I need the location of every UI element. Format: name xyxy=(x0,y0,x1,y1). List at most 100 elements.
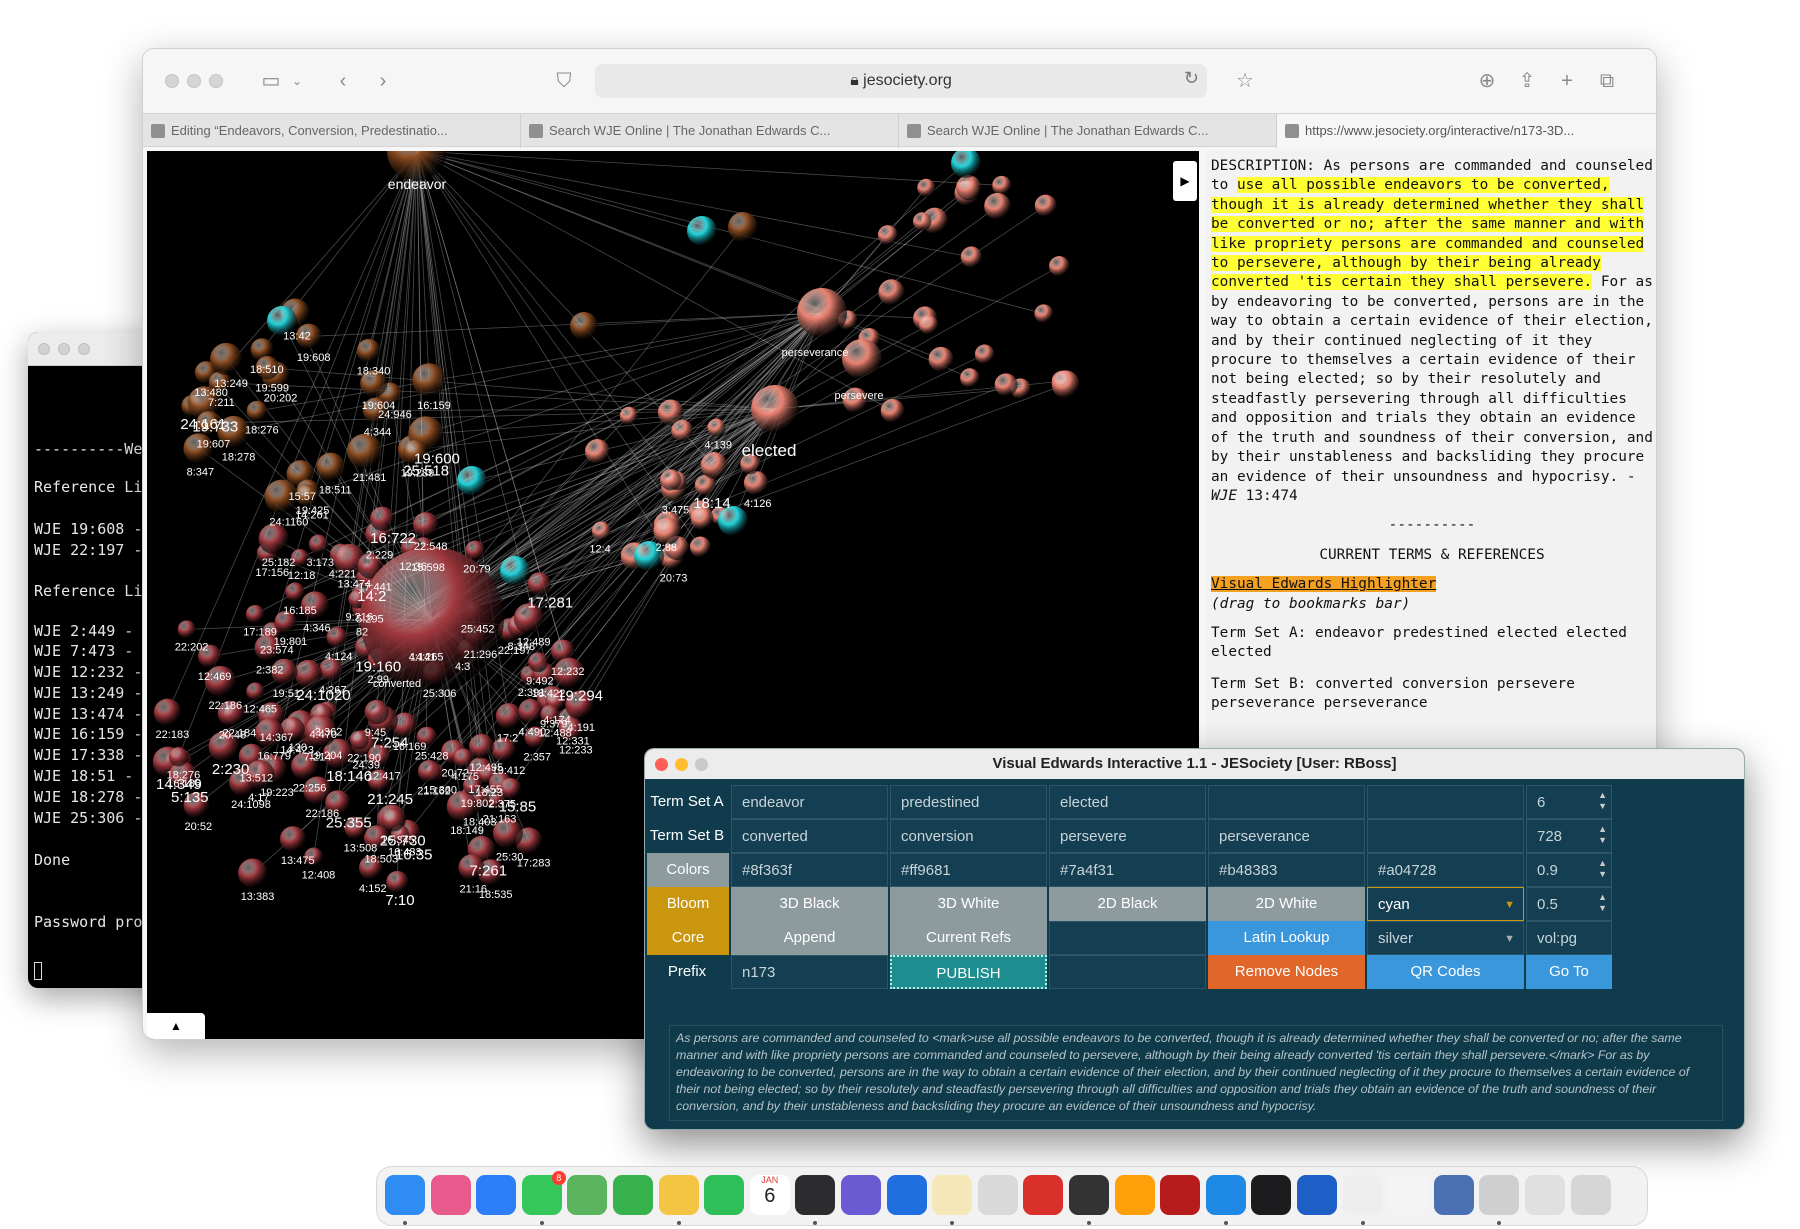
graph-node[interactable] xyxy=(992,175,1012,196)
stepper-arrows-icon[interactable]: ▲ ▼ xyxy=(1598,858,1607,880)
empty-field[interactable] xyxy=(1049,921,1206,955)
facetime-icon[interactable] xyxy=(704,1175,745,1215)
printer-icon[interactable] xyxy=(1479,1175,1520,1215)
forward-icon[interactable]: › xyxy=(369,67,397,95)
term-b-1-input[interactable]: converted xyxy=(731,819,888,853)
tex-icon[interactable] xyxy=(977,1175,1018,1215)
tab-interactive[interactable]: https://www.jesociety.org/interactive/n1… xyxy=(1277,114,1656,148)
go-to-button[interactable]: Go To xyxy=(1526,955,1612,989)
term-b-3-input[interactable]: persevere xyxy=(1049,819,1206,853)
filezilla-icon[interactable] xyxy=(1160,1175,1201,1215)
graph-node[interactable] xyxy=(1034,194,1057,217)
prefix-input[interactable]: n173 xyxy=(731,955,888,989)
graph-node[interactable] xyxy=(728,212,758,242)
graph-node[interactable] xyxy=(177,620,196,639)
number-stepper[interactable]: 6 ▲ ▼ xyxy=(1526,785,1612,819)
empty-field[interactable] xyxy=(1049,955,1206,989)
graph-node[interactable] xyxy=(413,512,439,538)
triangle-right-icon[interactable]: ▶ xyxy=(1173,161,1197,201)
graph-node[interactable] xyxy=(912,212,932,231)
zoom-dot[interactable] xyxy=(209,74,223,88)
trash-icon[interactable] xyxy=(1570,1175,1611,1215)
download-icon[interactable]: ⊕ xyxy=(1473,67,1501,95)
script-icon[interactable] xyxy=(1342,1175,1383,1215)
graph-node[interactable] xyxy=(751,385,799,433)
term-a-4-input[interactable] xyxy=(1208,785,1365,819)
graph-node[interactable] xyxy=(570,312,598,340)
share-icon[interactable]: ⇪ xyxy=(1513,67,1541,95)
vscode-icon[interactable] xyxy=(1205,1175,1246,1215)
graph-node[interactable] xyxy=(951,151,981,178)
graph-node[interactable] xyxy=(687,216,717,246)
graph-node[interactable] xyxy=(153,698,182,727)
terminal-icon[interactable] xyxy=(1251,1175,1292,1215)
color-2-input[interactable]: #ff9681 xyxy=(890,853,1047,887)
close-dot[interactable] xyxy=(165,74,179,88)
term-a-5-input[interactable] xyxy=(1367,785,1524,819)
graph-node[interactable] xyxy=(671,419,694,442)
graph-node[interactable] xyxy=(956,175,982,201)
messages-icon[interactable]: 8 xyxy=(521,1171,566,1215)
node-color-select[interactable]: silver ▼ xyxy=(1367,921,1524,955)
graph-node[interactable] xyxy=(878,279,905,306)
graph-node[interactable] xyxy=(1051,370,1080,399)
tab-search-1[interactable]: Search WJE Online | The Jonathan Edwards… xyxy=(521,114,899,148)
graph-node[interactable] xyxy=(356,338,381,363)
graph-node[interactable] xyxy=(417,759,441,783)
tab-search-2[interactable]: Search WJE Online | The Jonathan Edwards… xyxy=(899,114,1277,148)
shield-icon[interactable]: ⛉ xyxy=(550,67,578,95)
screenshot-icon[interactable] xyxy=(795,1175,836,1215)
graph-node[interactable] xyxy=(168,747,189,767)
graph-node[interactable] xyxy=(707,418,726,437)
close-dot[interactable] xyxy=(38,343,50,355)
term-a-1-input[interactable]: endeavor xyxy=(731,785,888,819)
close-dot[interactable] xyxy=(655,758,668,771)
graph-node[interactable] xyxy=(877,225,898,246)
document-icon[interactable] xyxy=(1388,1175,1429,1215)
triangle-up-icon[interactable]: ▲ xyxy=(147,1013,205,1039)
remove-nodes-button[interactable]: Remove Nodes xyxy=(1208,955,1365,989)
graph-node[interactable] xyxy=(381,808,405,832)
core-button[interactable]: Core xyxy=(647,921,729,955)
graph-node[interactable] xyxy=(700,452,728,479)
preview-icon[interactable] xyxy=(1433,1175,1474,1215)
minimize-dot[interactable] xyxy=(58,343,70,355)
chevron-down-icon[interactable]: ⌄ xyxy=(283,67,311,95)
3d-white-button[interactable]: 3D White xyxy=(890,887,1047,921)
graph-node[interactable] xyxy=(527,572,552,596)
graph-node[interactable] xyxy=(918,315,939,335)
graph-node[interactable] xyxy=(960,368,980,388)
graph-node[interactable] xyxy=(591,521,611,541)
graph-node[interactable] xyxy=(285,582,305,602)
latin-lookup-button[interactable]: Latin Lookup xyxy=(1208,921,1365,955)
3d-black-button[interactable]: 3D Black xyxy=(731,887,888,921)
highlight-color-select[interactable]: cyan ▼ xyxy=(1367,887,1524,921)
j-app-icon[interactable] xyxy=(886,1175,927,1215)
graph-node[interactable] xyxy=(237,858,268,888)
color-3-input[interactable]: #7a4f31 xyxy=(1049,853,1206,887)
safari-icon[interactable] xyxy=(476,1175,517,1215)
finder-icon[interactable] xyxy=(385,1175,425,1215)
graph-node[interactable] xyxy=(984,192,1011,220)
graph-node[interactable] xyxy=(499,777,522,800)
graph-node[interactable] xyxy=(468,733,494,759)
term-b-4-input[interactable]: perseverance xyxy=(1208,819,1365,853)
graph-node[interactable] xyxy=(917,178,936,197)
graph-node[interactable] xyxy=(880,398,905,423)
bloom-stepper[interactable]: 0.5 ▲ ▼ xyxy=(1526,887,1612,921)
2d-white-button[interactable]: 2D White xyxy=(1208,887,1365,921)
vol-pg-input[interactable]: vol:pg xyxy=(1526,921,1612,955)
bloom-button[interactable]: Bloom xyxy=(647,887,729,921)
graph-node[interactable] xyxy=(386,870,409,894)
term-b-2-input[interactable]: conversion xyxy=(890,819,1047,853)
graph-node[interactable] xyxy=(210,342,243,376)
new-tab-icon[interactable]: + xyxy=(1553,67,1581,95)
graph-node[interactable] xyxy=(619,406,638,425)
graph-node[interactable] xyxy=(928,346,954,372)
publish-button[interactable]: PUBLISH xyxy=(890,955,1047,989)
graph-node[interactable] xyxy=(584,439,610,464)
color-1-input[interactable]: #8f363f xyxy=(731,853,888,887)
highlighter-link[interactable]: Visual Edwards Highlighter xyxy=(1211,576,1437,593)
graph-node[interactable] xyxy=(994,373,1018,397)
tab-editing[interactable]: Editing “Endeavors, Conversion, Predesti… xyxy=(143,114,521,148)
